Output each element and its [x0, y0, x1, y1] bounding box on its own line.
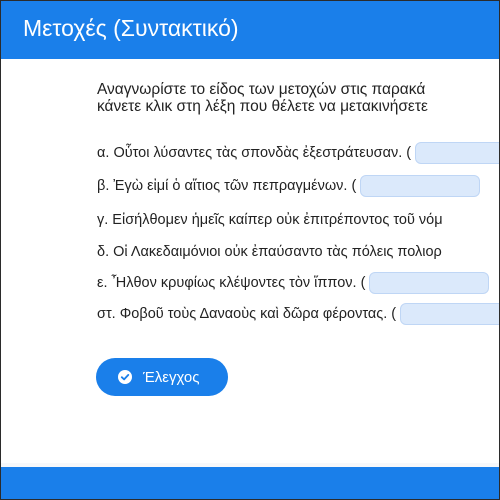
exercise-item-text: α. Οὗτοι λύσαντες τὰς σπονδὰς ἐξεστράτευ…	[97, 145, 412, 161]
exercise-item-d: δ. Οἱ Λακεδαιμόνιοι οὐκ ἐπαύσαντο τὰς πό…	[97, 240, 442, 264]
exercise-content: Αναγνωρίστε το είδος των μετοχών στις πα…	[1, 59, 499, 463]
exercise-item-text: ε. Ἦλθον κρυφίως κλέψοντες τὸν ἵππον. (	[97, 275, 366, 291]
exercise-item-a: α. Οὗτοι λύσαντες τὰς σπονδὰς ἐξεστράτευ…	[97, 141, 499, 165]
answer-drop-zone-a[interactable]	[415, 142, 499, 165]
instructions-line-1: Αναγνωρίστε το είδος των μετοχών στις πα…	[97, 81, 426, 98]
answer-drop-zone-f[interactable]	[400, 303, 499, 326]
exercise-item-f: στ. Φοβοῦ τοὺς Δαναοὺς καὶ δῶρα φέροντας…	[97, 302, 499, 326]
exercise-item-b: β. Ἐγὼ εἰμί ὁ αἴτιος τῶν πεπραγμένων. (	[97, 174, 481, 198]
exercise-item-text: γ. Εἰσήλθομεν ἡμεῖς καίπερ οὐκ ἐπιτρέπον…	[97, 212, 443, 228]
exercise-item-text: δ. Οἱ Λακεδαιμόνιοι οὐκ ἐπαύσαντο τὰς πό…	[97, 244, 442, 260]
exercise-item-text: β. Ἐγὼ εἰμί ὁ αἴτιος τῶν πεπραγμένων. (	[97, 178, 357, 194]
check-button[interactable]: Έλεγχος	[96, 358, 228, 396]
check-circle-icon	[118, 370, 132, 384]
footer-bar	[1, 467, 499, 499]
instructions: Αναγνωρίστε το είδος των μετοχών στις πα…	[97, 81, 499, 115]
check-button-label: Έλεγχος	[143, 369, 200, 386]
exercise-item-e: ε. Ἦλθον κρυφίως κλέψοντες τὸν ἵππον. (	[97, 271, 490, 295]
page-title: Μετοχές (Συντακτικό)	[23, 15, 239, 41]
exercise-item-text: στ. Φοβοῦ τοὺς Δαναοὺς καὶ δῶρα φέροντας…	[97, 306, 397, 322]
header-bar: Μετοχές (Συντακτικό)	[1, 1, 499, 59]
answer-drop-zone-e[interactable]	[369, 272, 490, 295]
exercise-item-c: γ. Εἰσήλθομεν ἡμεῖς καίπερ οὐκ ἐπιτρέπον…	[97, 208, 443, 232]
app-window: Μετοχές (Συντακτικό) Αναγνωρίστε το είδο…	[0, 0, 500, 500]
instructions-line-2: κάνετε κλικ στη λέξη που θέλετε να μετακ…	[97, 98, 428, 115]
answer-drop-zone-b[interactable]	[360, 175, 481, 198]
